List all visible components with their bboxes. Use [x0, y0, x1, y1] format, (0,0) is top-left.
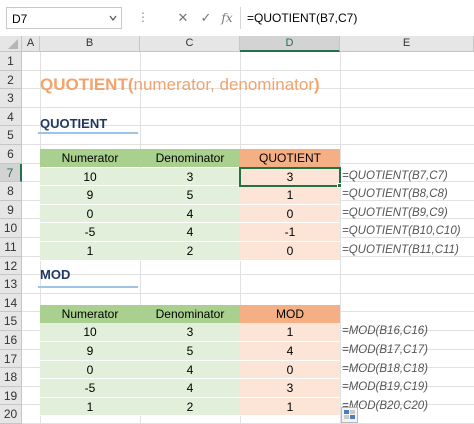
- page-title: QUOTIENT(numerator, denominator): [40, 75, 320, 95]
- q-formula-text: =QUOTIENT(B9,C9): [342, 206, 448, 219]
- m-numerator-cell[interactable]: 9: [40, 342, 140, 361]
- m-header-denominator: Denominator: [140, 305, 240, 323]
- m-numerator-cell[interactable]: 10: [40, 323, 140, 342]
- m-denominator-cell[interactable]: 4: [140, 360, 240, 380]
- q-header-result: QUOTIENT: [240, 149, 340, 167]
- m-result-cell[interactable]: 3: [240, 379, 340, 398]
- m-header-result: MOD: [240, 305, 340, 323]
- title-function: QUOTIENT(: [40, 75, 134, 94]
- row-header-6[interactable]: 6: [0, 145, 22, 164]
- title-args: numerator, denominator: [133, 75, 315, 94]
- column-header-a[interactable]: A: [22, 36, 40, 52]
- m-numerator-cell[interactable]: 1: [40, 397, 140, 417]
- row-header-8[interactable]: 8: [0, 182, 22, 201]
- quotient-underline: [38, 132, 138, 134]
- row-header-15[interactable]: 15: [0, 312, 22, 331]
- formula-input[interactable]: =QUOTIENT(B7,C7): [240, 7, 468, 29]
- select-all-icon: [8, 39, 18, 49]
- name-box-value: D7: [12, 12, 28, 26]
- m-denominator-cell[interactable]: 2: [140, 397, 240, 417]
- q-denominator-cell[interactable]: 4: [140, 223, 240, 242]
- m-denominator-cell[interactable]: 5: [140, 342, 240, 361]
- row-header-18[interactable]: 18: [0, 368, 22, 387]
- row-header-7[interactable]: 7: [0, 163, 22, 183]
- quotient-heading: QUOTIENT: [40, 116, 108, 131]
- select-all-corner[interactable]: [0, 36, 22, 52]
- m-formula-text: =MOD(B18,C18): [342, 362, 428, 375]
- q-numerator-cell[interactable]: 0: [40, 204, 140, 224]
- row-header-19[interactable]: 19: [0, 386, 22, 406]
- m-formula-text: =MOD(B19,C19): [342, 381, 428, 394]
- m-formula-text: =MOD(B17,C17): [342, 344, 428, 356]
- column-header-b[interactable]: B: [40, 36, 140, 52]
- row-header-17[interactable]: 17: [0, 349, 22, 369]
- row-header-4[interactable]: 4: [0, 107, 22, 127]
- row-header-3[interactable]: 3: [0, 89, 22, 108]
- m-header-numerator: Numerator: [40, 305, 140, 323]
- m-result-cell[interactable]: 4: [240, 342, 340, 361]
- enter-icon[interactable]: ✓: [195, 7, 217, 29]
- insert-function-icon[interactable]: fx: [216, 7, 238, 29]
- m-result-cell[interactable]: 1: [240, 397, 340, 417]
- q-header-numerator: Numerator: [40, 149, 140, 167]
- q-result-cell[interactable]: 0: [240, 242, 340, 261]
- q-numerator-cell[interactable]: 1: [40, 242, 140, 261]
- formula-text: =QUOTIENT(B7,C7): [247, 11, 358, 25]
- row-header-10[interactable]: 10: [0, 219, 22, 238]
- row-header-20[interactable]: 20: [0, 405, 22, 424]
- m-formula-text: =MOD(B16,C16): [342, 325, 428, 338]
- active-cell-selection[interactable]: [239, 167, 341, 187]
- q-formula-text: =QUOTIENT(B11,C11): [342, 244, 459, 256]
- q-formula-text: =QUOTIENT(B8,C8): [342, 188, 448, 201]
- q-denominator-cell[interactable]: 5: [140, 186, 240, 205]
- m-numerator-cell[interactable]: -5: [40, 379, 140, 398]
- more-icon: ⋮: [137, 10, 149, 24]
- column-header-c[interactable]: C: [140, 36, 240, 52]
- q-result-cell[interactable]: 0: [240, 204, 340, 224]
- q-denominator-cell[interactable]: 4: [140, 204, 240, 224]
- row-header-11[interactable]: 11: [0, 238, 22, 257]
- quick-analysis-button[interactable]: [341, 407, 358, 423]
- mod-heading: MOD: [40, 267, 71, 282]
- m-result-cell[interactable]: 0: [240, 360, 340, 380]
- q-numerator-cell[interactable]: 10: [40, 167, 140, 187]
- m-result-cell[interactable]: 1: [240, 323, 340, 342]
- m-denominator-cell[interactable]: 4: [140, 379, 240, 398]
- q-formula-text: =QUOTIENT(B7,C7): [342, 169, 448, 182]
- row-header-16[interactable]: 16: [0, 331, 22, 350]
- chevron-down-icon[interactable]: [109, 14, 117, 22]
- quick-analysis-icon: [344, 410, 355, 419]
- q-result-cell[interactable]: -1: [240, 223, 340, 242]
- column-header-d[interactable]: D: [240, 36, 340, 52]
- cancel-icon[interactable]: ✕: [172, 7, 194, 29]
- mod-underline: [38, 286, 138, 288]
- fill-handle[interactable]: [337, 183, 342, 188]
- row-header-9[interactable]: 9: [0, 200, 22, 220]
- row-header-13[interactable]: 13: [0, 275, 22, 294]
- m-denominator-cell[interactable]: 3: [140, 323, 240, 342]
- title-close: ): [314, 75, 320, 94]
- q-formula-text: =QUOTIENT(B10,C10): [342, 225, 461, 238]
- column-header-e[interactable]: E: [340, 36, 474, 52]
- q-result-cell[interactable]: 1: [240, 186, 340, 205]
- q-header-denominator: Denominator: [140, 149, 240, 167]
- q-numerator-cell[interactable]: 9: [40, 186, 140, 205]
- q-numerator-cell[interactable]: -5: [40, 223, 140, 242]
- row-header-1[interactable]: 1: [0, 52, 22, 71]
- row-header-5[interactable]: 5: [0, 126, 22, 145]
- formula-bar: D7 ⋮ ✕ ✓ fx =QUOTIENT(B7,C7): [0, 0, 474, 34]
- row-header-14[interactable]: 14: [0, 293, 22, 313]
- q-denominator-cell[interactable]: 3: [140, 167, 240, 187]
- m-numerator-cell[interactable]: 0: [40, 360, 140, 380]
- q-denominator-cell[interactable]: 2: [140, 242, 240, 261]
- row-header-2[interactable]: 2: [0, 70, 22, 90]
- name-box[interactable]: D7: [6, 7, 122, 29]
- row-header-12[interactable]: 12: [0, 256, 22, 276]
